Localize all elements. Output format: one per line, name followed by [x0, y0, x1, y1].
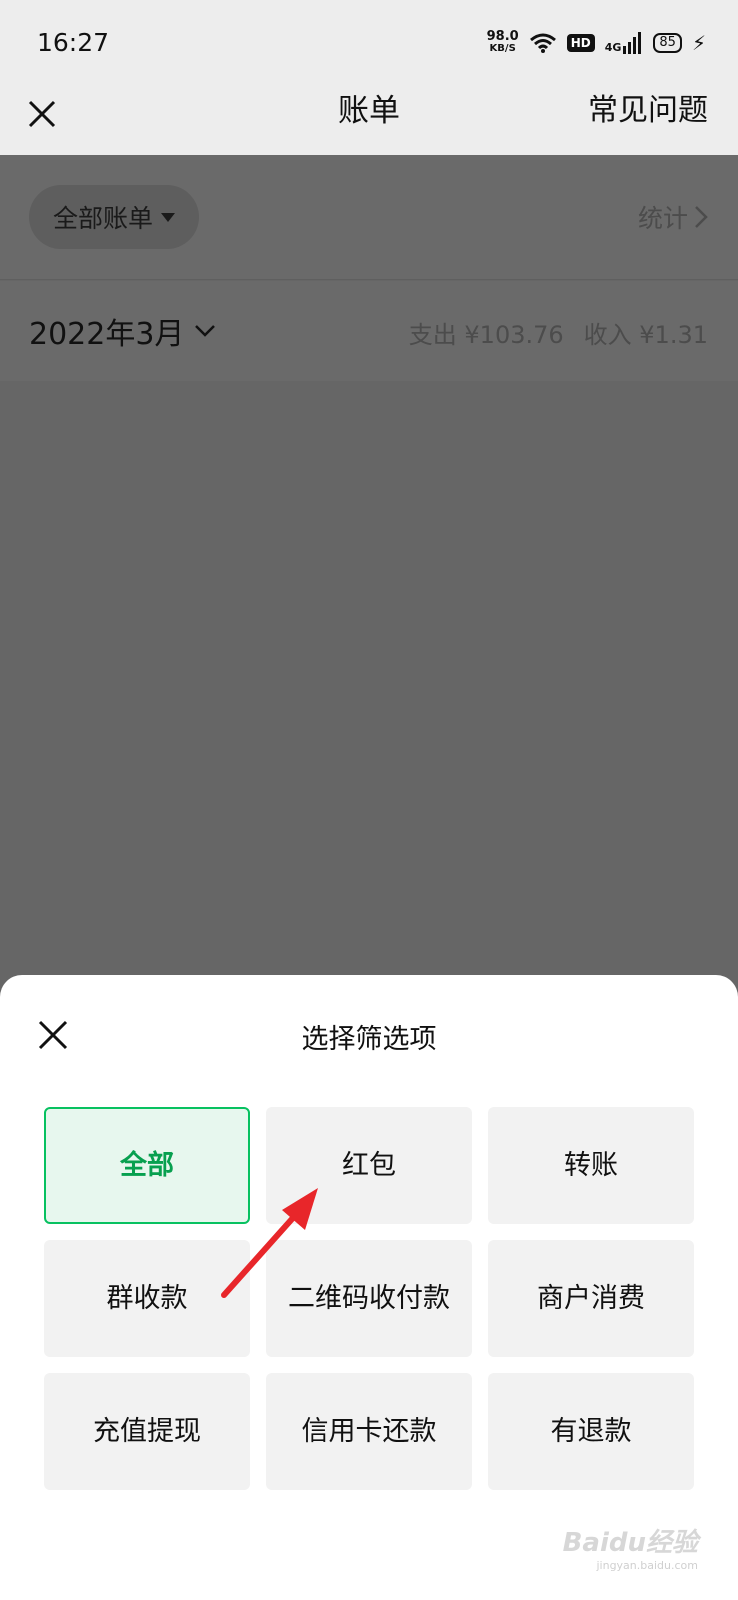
status-icons: 98.0 KB/S HD 4G 85 ⚡	[487, 28, 706, 58]
charging-icon: ⚡	[691, 31, 706, 55]
caret-down-icon	[161, 212, 175, 222]
month-selector[interactable]: 2022年3月	[29, 309, 216, 353]
filter-row: 全部账单 统计	[0, 155, 738, 280]
option-red-packet[interactable]: 红包	[266, 1107, 472, 1224]
status-time: 16:27	[37, 28, 110, 57]
option-refund[interactable]: 有退款	[488, 1373, 694, 1490]
option-merchant[interactable]: 商户消费	[488, 1240, 694, 1357]
network-speed: 98.0 KB/S	[486, 29, 519, 54]
chevron-right-icon	[695, 206, 708, 228]
all-bills-dropdown[interactable]: 全部账单	[29, 185, 199, 249]
option-all[interactable]: 全部	[44, 1107, 250, 1224]
expense-total: 支出 ¥103.76	[408, 321, 564, 349]
option-transfer[interactable]: 转账	[488, 1107, 694, 1224]
wifi-icon	[529, 33, 556, 53]
hd-icon: HD	[566, 34, 595, 52]
faq-link[interactable]: 常见问题	[588, 90, 708, 132]
option-topup-withdraw[interactable]: 充值提现	[44, 1373, 250, 1490]
month-totals: 支出 ¥103.76 收入 ¥1.31	[409, 315, 708, 350]
chevron-down-icon	[195, 325, 216, 337]
option-credit-card[interactable]: 信用卡还款	[266, 1373, 472, 1490]
stats-link[interactable]: 统计	[638, 199, 708, 235]
income-total: 收入 ¥1.31	[583, 321, 708, 349]
option-qr-payment[interactable]: 二维码收付款	[266, 1240, 472, 1357]
option-group-collect[interactable]: 群收款	[44, 1240, 250, 1357]
baidu-watermark: Baidu经验 jingyan.baidu.com	[562, 1528, 698, 1572]
battery-icon: 85	[653, 33, 682, 53]
filter-options-grid: 全部 红包 转账 群收款 二维码收付款 商户消费 充值提现 信用卡还款 有退款	[44, 1107, 694, 1490]
sheet-title: 选择筛选项	[301, 1024, 437, 1055]
filter-sheet: 选择筛选项 全部 红包 转账 群收款 二维码收付款 商户消费 充值提现 信用卡还…	[0, 975, 738, 1600]
month-row: 2022年3月 支出 ¥103.76 收入 ¥1.31	[0, 281, 738, 381]
status-bar: 16:27 98.0 KB/S HD 4G 85 ⚡	[0, 0, 738, 90]
signal-icon: 4G	[605, 32, 644, 54]
nav-bar: 账单 常见问题	[0, 90, 738, 155]
